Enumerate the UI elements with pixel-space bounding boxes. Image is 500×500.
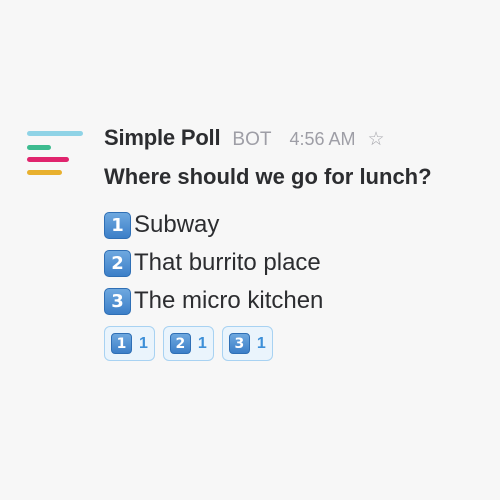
poll-question: Where should we go for lunch? — [104, 164, 432, 189]
reaction-count: 1 — [197, 334, 207, 352]
bot-tag: BOT — [232, 129, 272, 150]
simple-poll-logo[interactable] — [26, 128, 84, 182]
poll-message: Simple Poll BOT 4:56 AM ☆ Where should w… — [0, 0, 500, 500]
poll-option: 3 The micro kitchen — [104, 282, 494, 320]
reactions-bar: 1 1 2 1 3 1 — [104, 326, 494, 361]
option-label: The micro kitchen — [134, 287, 324, 314]
reaction-count: 1 — [256, 334, 266, 352]
reaction-count: 1 — [139, 334, 148, 352]
reaction-one-button[interactable]: 1 1 — [104, 326, 155, 361]
poll-option: 1 Subway — [104, 206, 494, 244]
star-icon[interactable]: ☆ — [368, 130, 385, 149]
reaction-three-button[interactable]: 3 1 — [221, 326, 273, 361]
poll-option: 2 That burrito place — [104, 244, 494, 282]
keycap-one-icon: 1 — [111, 333, 132, 354]
keycap-one-icon: 1 — [104, 211, 131, 239]
keycap-three-icon: 3 — [228, 333, 250, 354]
message-header: Simple Poll BOT 4:56 AM ☆ — [104, 125, 494, 157]
keycap-three-icon: 3 — [104, 287, 131, 315]
keycap-two-icon: 2 — [169, 333, 191, 354]
keycap-two-icon: 2 — [104, 249, 131, 277]
poll-options: 1 Subway 2 That burrito place 3 The micr… — [104, 206, 494, 320]
sender-name[interactable]: Simple Poll — [104, 125, 221, 151]
option-label: That burrito place — [134, 249, 321, 276]
message-content: Simple Poll BOT 4:56 AM ☆ Where should w… — [104, 125, 494, 361]
timestamp[interactable]: 4:56 AM — [289, 129, 355, 150]
reaction-two-button[interactable]: 2 1 — [162, 326, 214, 361]
option-label: Subway — [134, 211, 220, 238]
